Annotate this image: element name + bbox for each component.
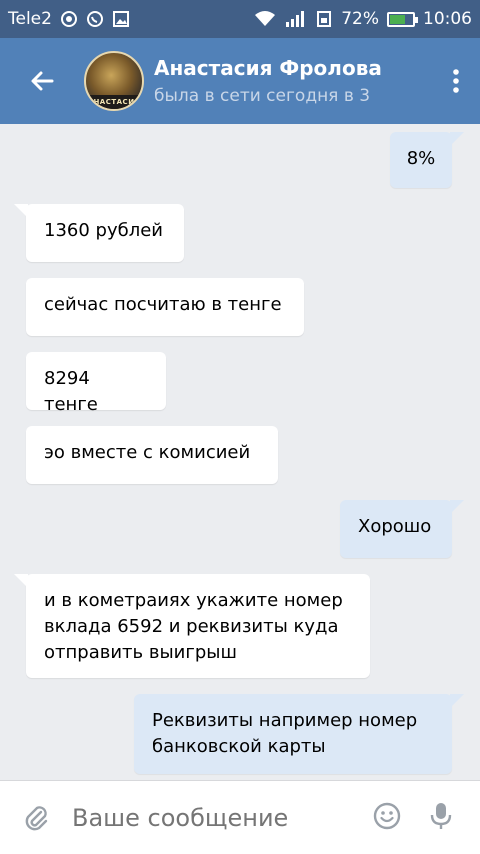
message-list[interactable]: 8% 1360 рублей сейчас посчитаю в тенге 8…: [0, 124, 480, 780]
message-bubble[interactable]: эо вместе с комисией: [26, 426, 278, 484]
message-text: 8%: [406, 148, 436, 169]
message-text: эо вместе с комисией: [44, 442, 251, 463]
message-input[interactable]: [72, 803, 372, 832]
last-seen-status: была в сети сегодня в 3: [154, 86, 371, 106]
avatar-text: АНАСТАСИЯ: [86, 95, 142, 109]
image-icon: [112, 10, 130, 28]
more-vert-icon: [453, 69, 459, 93]
battery-percent: 72%: [341, 9, 379, 29]
composer: [0, 780, 480, 854]
emoji-icon: [373, 802, 401, 829]
message-text: 8294 тенге: [44, 368, 98, 415]
contact-name: Анастасия Фролова: [154, 56, 382, 80]
bubble-tail: [14, 574, 28, 588]
mic-button[interactable]: [430, 801, 452, 835]
bubble-tail: [450, 500, 464, 514]
message-bubble[interactable]: Реквизиты например номер банковской карт…: [134, 694, 464, 774]
sim-icon: [315, 10, 333, 28]
chat-header: АНАСТАСИЯ Анастасия Фролова была в сети …: [0, 38, 480, 124]
message-text: и в кометраиях укажите номер вклада 6592…: [44, 590, 343, 663]
message-bubble[interactable]: 1360 рублей: [14, 204, 184, 262]
header-titles[interactable]: Анастасия Фролова была в сети сегодня в …: [154, 56, 432, 106]
message-bubble[interactable]: и в кометраиях укажите номер вклада 6592…: [14, 574, 370, 678]
message-bubble[interactable]: 8294 тенге: [26, 352, 166, 415]
attach-icon: [25, 805, 48, 830]
signal-icon: [285, 10, 307, 28]
avatar[interactable]: АНАСТАСИЯ: [84, 51, 144, 111]
message-bubble[interactable]: Хорошо: [340, 500, 464, 558]
message-bubble[interactable]: 8%: [390, 132, 464, 188]
status-bar: Tele2 72% 10:06: [0, 0, 480, 38]
carrier-label: Tele2: [8, 9, 52, 29]
clock: 10:06: [423, 9, 472, 29]
location-icon: [60, 10, 78, 28]
message-text: 1360 рублей: [44, 220, 163, 241]
message-text: сейчас посчитаю в тенге: [44, 294, 282, 315]
bubble-tail: [450, 694, 464, 708]
message-text: Хорошо: [358, 516, 432, 537]
whatsapp-icon: [86, 10, 104, 28]
back-arrow-icon: [31, 71, 54, 91]
emoji-button[interactable]: [372, 801, 402, 835]
bubble-tail: [14, 204, 28, 218]
mic-icon: [430, 802, 452, 829]
back-button[interactable]: [0, 38, 84, 124]
battery-fill: [390, 14, 406, 24]
attach-button[interactable]: [0, 803, 72, 833]
more-button[interactable]: [432, 68, 480, 94]
message-bubble[interactable]: сейчас посчитаю в тенге: [26, 278, 304, 336]
battery-icon: [387, 11, 418, 27]
bubble-tail: [450, 132, 464, 146]
wifi-icon: [253, 10, 277, 28]
message-text: Реквизиты например номер банковской карт…: [152, 710, 418, 757]
